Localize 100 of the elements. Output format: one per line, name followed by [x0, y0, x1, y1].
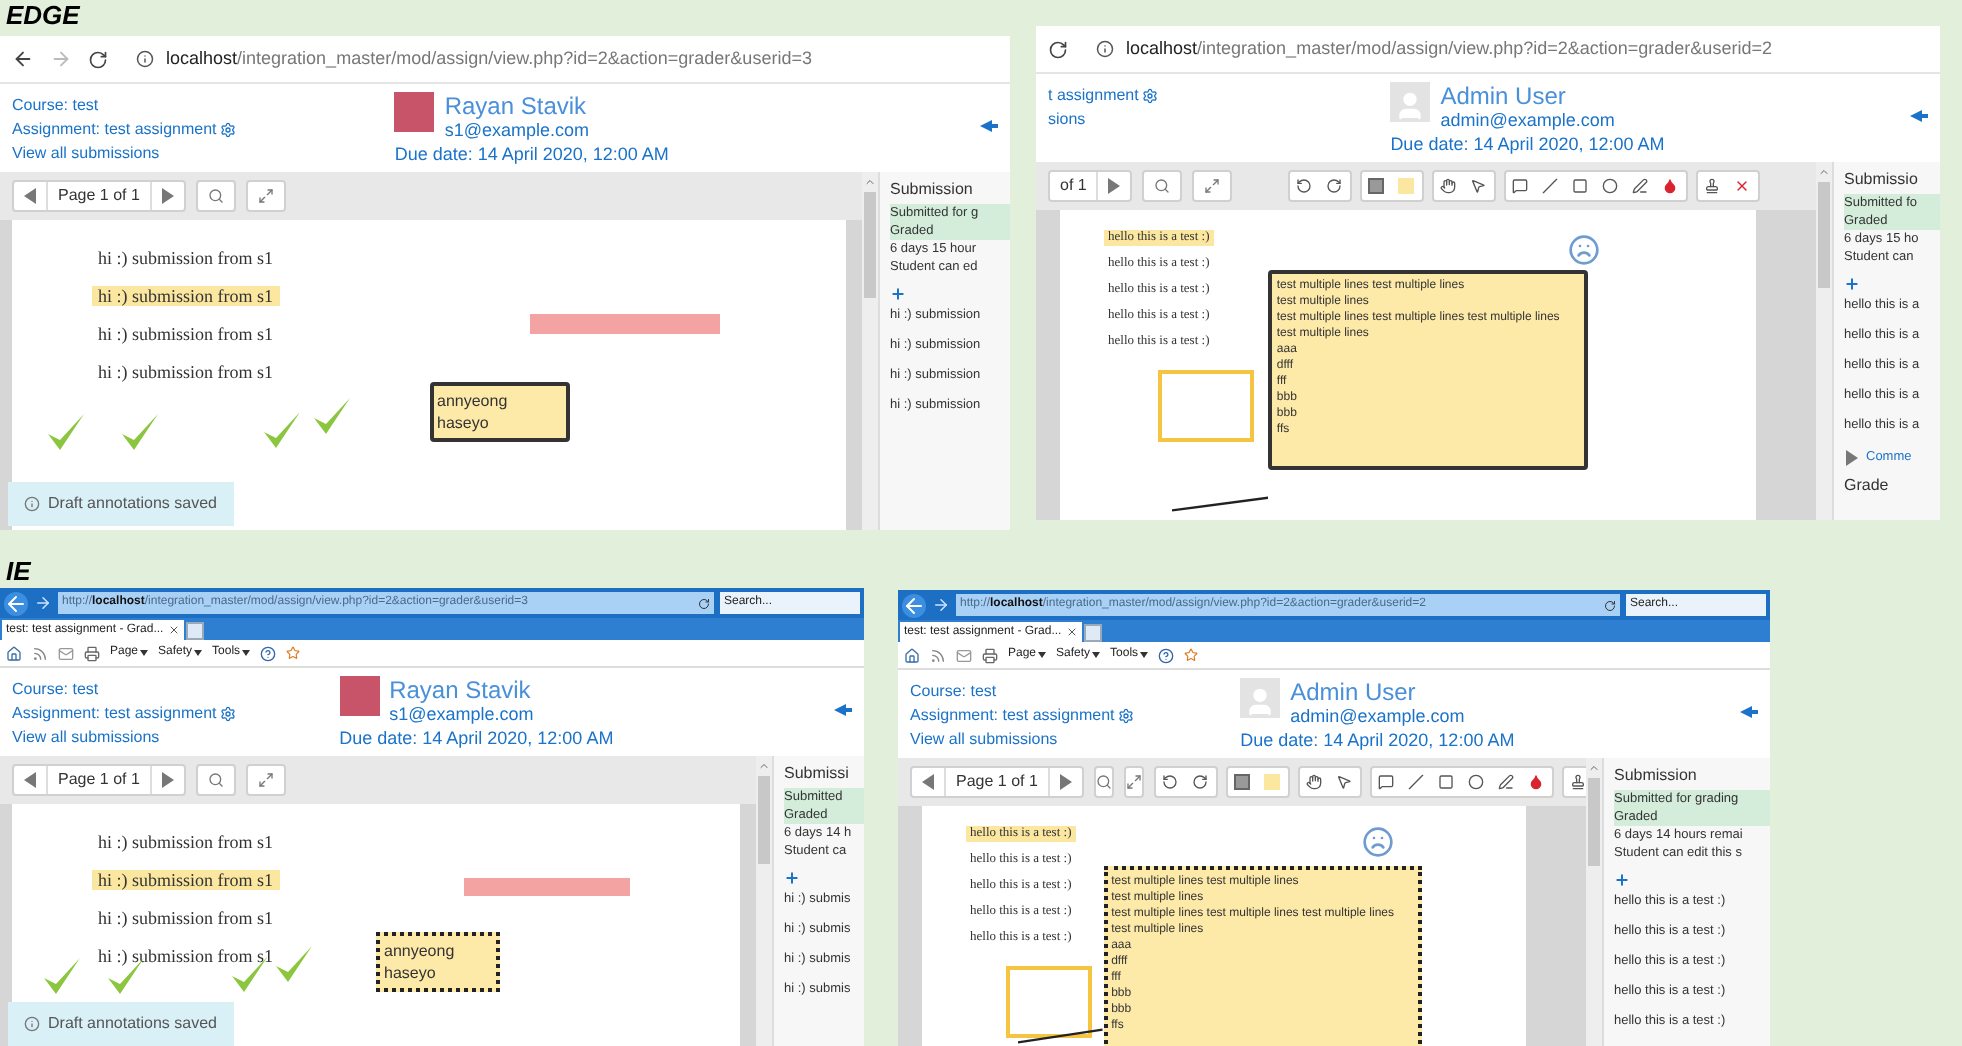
back-icon[interactable]: [12, 48, 34, 70]
new-tab-button[interactable]: [185, 622, 204, 640]
pointer-icon: [1470, 178, 1487, 194]
document-text: hi :) submission from s1: [96, 248, 276, 268]
scrollbar[interactable]: [756, 756, 772, 1046]
settings-icon[interactable]: [220, 122, 237, 138]
add-comment-icon[interactable]: [784, 870, 800, 886]
search-comments-button[interactable]: [1142, 170, 1183, 202]
triangle-left-icon: [22, 188, 38, 204]
breadcrumb-link[interactable]: View all submissions: [910, 730, 1058, 750]
page-indicator: Page 1 of 1: [56, 768, 142, 792]
swatch-icon: [1234, 774, 1251, 790]
info-icon: [136, 50, 154, 68]
help-icon[interactable]: [1158, 647, 1175, 663]
feed-icon[interactable]: [32, 645, 48, 661]
notice-text: Draft annotations saved: [48, 492, 217, 516]
breadcrumb-link[interactable]: t assignment: [1048, 86, 1139, 106]
breadcrumb-link[interactable]: Course: test: [12, 96, 99, 116]
comment-icon: [1378, 774, 1395, 790]
back-icon[interactable]: [4, 591, 28, 615]
scroll-thumb[interactable]: [1818, 182, 1830, 289]
sad-face-icon[interactable]: [1362, 825, 1395, 858]
star-icon[interactable]: [1184, 648, 1199, 662]
expand-button[interactable]: [245, 180, 286, 212]
forward-icon[interactable]: [932, 596, 950, 614]
expand-button[interactable]: [1123, 766, 1144, 798]
due-date: Due date: 14 April 2020, 12:00 AM: [339, 728, 614, 750]
page-indicator: Page 1 of 1: [56, 184, 142, 208]
search-comments-button[interactable]: [195, 180, 236, 212]
avatar-placeholder: [1390, 82, 1431, 122]
scroll-thumb[interactable]: [758, 776, 770, 863]
scroll-thumb[interactable]: [864, 192, 876, 299]
scroll-thumb[interactable]: [1588, 778, 1600, 865]
feed-icon[interactable]: [930, 647, 946, 663]
caret-icon: [194, 650, 203, 656]
refresh-icon[interactable]: [698, 597, 710, 609]
mail-icon[interactable]: [58, 645, 74, 661]
rectangle-annotation[interactable]: [1006, 966, 1092, 1038]
user-email[interactable]: admin@example.com: [1290, 706, 1465, 728]
home-icon[interactable]: [904, 647, 920, 663]
breadcrumb-link[interactable]: sions: [1048, 110, 1086, 130]
add-comment-icon[interactable]: [1844, 276, 1860, 292]
hand-icon: [1306, 774, 1323, 790]
scrollbar[interactable]: [1586, 758, 1602, 1046]
due-date: Due date: 14 April 2020, 12:00 AM: [1390, 134, 1665, 156]
user-email[interactable]: admin@example.com: [1440, 110, 1615, 132]
drop-icon: [1662, 178, 1679, 194]
avatar-placeholder: [1240, 678, 1281, 718]
search-icon: [207, 188, 224, 204]
section-label: EDGE: [4, 0, 82, 32]
tick-mark-icon: [274, 944, 315, 985]
collapse-arrow-icon[interactable]: [1740, 706, 1758, 718]
print-icon[interactable]: [982, 647, 998, 663]
user-email[interactable]: s1@example.com: [444, 120, 589, 142]
home-icon[interactable]: [6, 645, 22, 661]
collapse-arrow-icon[interactable]: [1910, 110, 1928, 122]
document-text: hi :) submission from s1: [92, 870, 280, 890]
expand-button[interactable]: [1192, 170, 1233, 202]
url-text: localhost/integration_master/mod/assign/view.php?id=2&action=grader&userid=3: [166, 45, 812, 72]
new-tab-button[interactable]: [1083, 624, 1102, 642]
breadcrumb-link[interactable]: View all submissions: [12, 144, 160, 164]
user-email[interactable]: s1@example.com: [389, 704, 534, 726]
scrollbar[interactable]: [862, 172, 878, 530]
star-icon[interactable]: [286, 646, 301, 660]
comment-box[interactable]: annyeong haseyo: [376, 931, 500, 992]
comment-box[interactable]: annyeong haseyo: [429, 381, 571, 442]
collapse-arrow-icon[interactable]: [834, 704, 852, 716]
reload-icon[interactable]: [1048, 39, 1068, 59]
search-comments-button[interactable]: [195, 764, 236, 796]
help-icon[interactable]: [260, 645, 277, 661]
breadcrumb-link[interactable]: Assignment: test assignment: [12, 704, 217, 724]
triangle-right-icon: [159, 188, 176, 204]
add-comment-icon[interactable]: [1614, 872, 1630, 888]
breadcrumb-link[interactable]: Assignment: test assignment: [910, 706, 1115, 726]
add-comment-icon[interactable]: [890, 286, 906, 302]
breadcrumb-link[interactable]: Assignment: test assignment: [12, 120, 217, 140]
close-icon[interactable]: [167, 624, 180, 636]
settings-icon[interactable]: [1118, 708, 1135, 724]
settings-icon[interactable]: [220, 706, 237, 722]
close-icon[interactable]: [1065, 626, 1078, 638]
breadcrumb-link[interactable]: Course: test: [910, 682, 997, 702]
oval-icon: [1468, 774, 1485, 790]
reload-icon[interactable]: [88, 49, 108, 69]
print-icon[interactable]: [84, 645, 100, 661]
scrollbar[interactable]: [1816, 162, 1832, 520]
swatch-icon: [1368, 178, 1385, 194]
forward-icon[interactable]: [34, 594, 52, 612]
section-heading: Grade: [1844, 475, 1891, 496]
rectangle-icon: [1572, 178, 1589, 194]
mail-icon[interactable]: [956, 647, 972, 663]
breadcrumb-link[interactable]: View all submissions: [12, 728, 160, 748]
sad-face-icon[interactable]: [1568, 234, 1601, 267]
settings-icon[interactable]: [1142, 88, 1159, 104]
collapse-arrow-icon[interactable]: [980, 120, 998, 132]
expand-button[interactable]: [245, 764, 286, 796]
triangle-left-icon: [22, 772, 38, 788]
refresh-icon[interactable]: [1604, 599, 1616, 611]
search-comments-button[interactable]: [1093, 766, 1114, 798]
back-icon[interactable]: [902, 593, 926, 617]
breadcrumb-link[interactable]: Course: test: [12, 680, 99, 700]
